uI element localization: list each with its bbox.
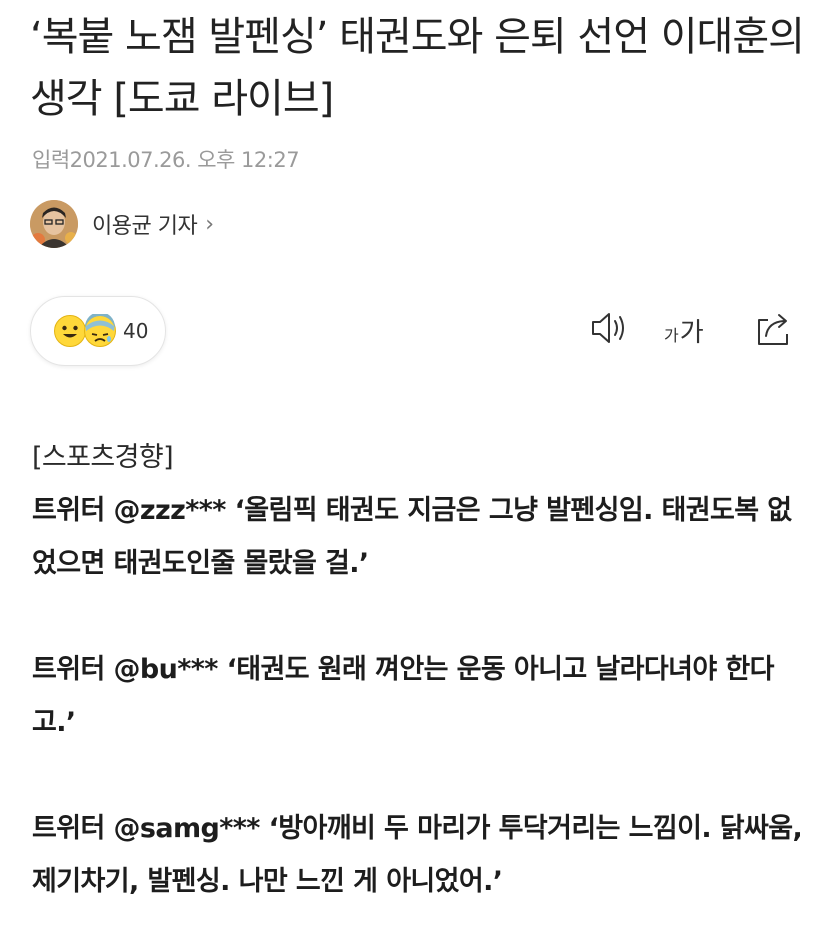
chevron-right-icon: › <box>205 211 215 237</box>
article-dateline: 입력2021.07.26. 오후 12:27 <box>32 148 300 172</box>
tweet-quote: 트위터 @zzz*** ‘올림픽 태권도 지금은 그냥 발펜싱임. 태권도복 없… <box>32 495 792 579</box>
sad-face-icon <box>84 314 116 347</box>
reaction-button[interactable]: 40 <box>30 296 166 366</box>
font-size-button[interactable]: 가 가 <box>664 312 704 352</box>
reporter-link[interactable]: 이용균 기자 › <box>30 199 214 249</box>
article-source: [스포츠경향] <box>32 442 174 473</box>
tweet-quote: 트위터 @bu*** ‘태권도 원래 껴안는 운동 아니고 날라다녀야 한다고.… <box>32 654 774 738</box>
share-icon <box>758 314 788 345</box>
reporter-name: 이용균 기자 <box>92 214 198 239</box>
tweet-quote: 트위터 @samg*** ‘방아깨비 두 마리가 투닥거리는 느낌이. 닭싸움,… <box>32 813 803 897</box>
reaction-count: 40 <box>123 319 149 343</box>
reporter-avatar <box>30 200 78 248</box>
article-title: ‘복붙 노잼 발펜싱’ 태권도와 은퇴 선언 이대훈의 생각 [도쿄 라이브] <box>30 14 805 122</box>
font-size-small-label: 가 <box>664 326 679 345</box>
speaker-button[interactable] <box>588 306 630 350</box>
speaker-icon <box>592 313 624 343</box>
share-button[interactable] <box>752 306 796 350</box>
smiling-face-icon <box>54 315 86 347</box>
article-body: [스포츠경향] 트위터 @zzz*** ‘올림픽 태권도 지금은 그냥 발펜싱임… <box>32 431 812 908</box>
font-size-large-label: 가 <box>679 318 704 348</box>
